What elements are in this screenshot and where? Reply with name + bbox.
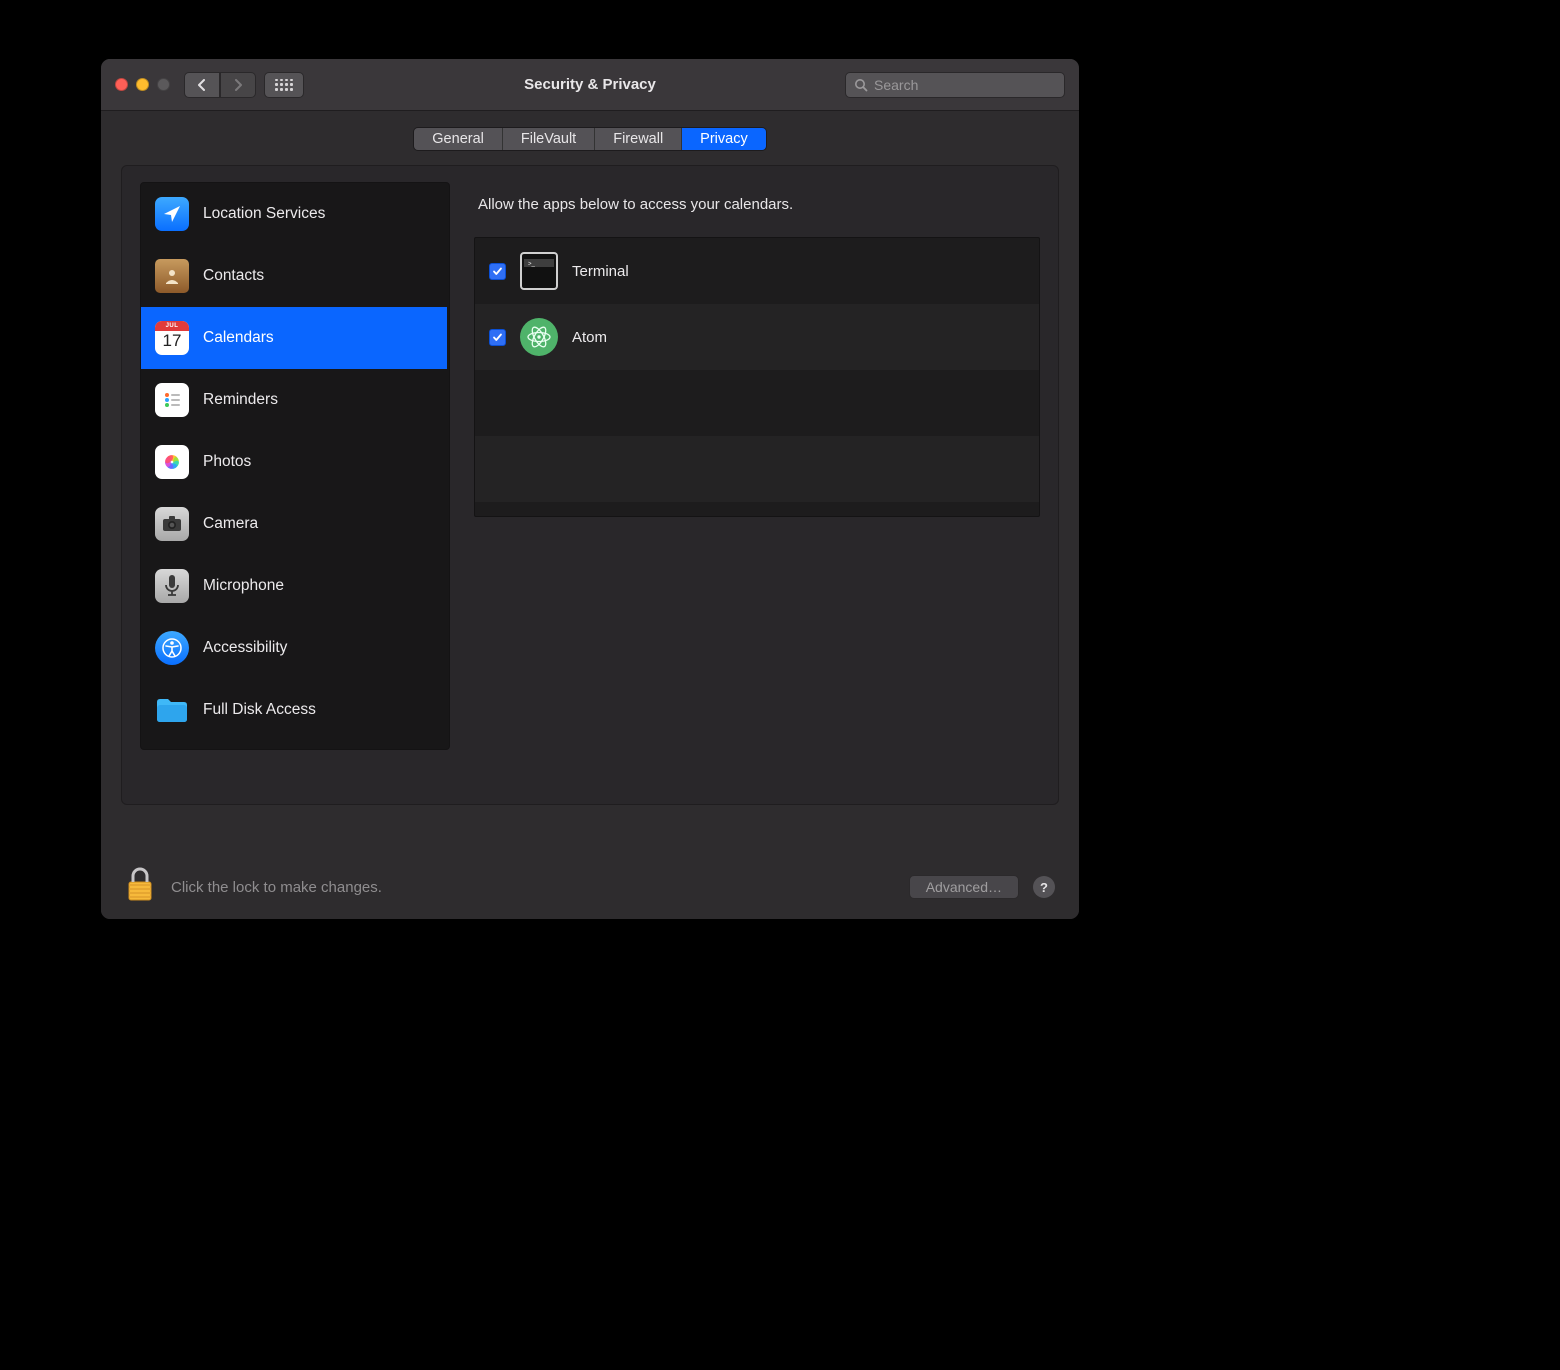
calendar-day: 17 — [155, 331, 189, 351]
sidebar-item-label: Location Services — [203, 205, 325, 223]
sidebar-item-microphone[interactable]: Microphone — [141, 555, 447, 617]
search-icon — [854, 78, 868, 92]
sidebar-item-reminders[interactable]: Reminders — [141, 369, 447, 431]
lock-text: Click the lock to make changes. — [171, 879, 382, 896]
preferences-window: Security & Privacy General FileVault Fir… — [100, 58, 1080, 920]
window-controls — [115, 78, 170, 91]
app-row-empty — [475, 370, 1039, 436]
sidebar-item-label: Reminders — [203, 391, 278, 409]
terminal-icon: >_ — [520, 252, 558, 290]
app-checkbox[interactable] — [489, 329, 506, 346]
app-checkbox[interactable] — [489, 263, 506, 280]
zoom-window-button[interactable] — [157, 78, 170, 91]
footer: Click the lock to make changes. Advanced… — [101, 855, 1079, 919]
sidebar-item-label: Photos — [203, 453, 251, 471]
help-button[interactable]: ? — [1033, 876, 1055, 898]
advanced-button[interactable]: Advanced… — [909, 875, 1019, 899]
lock-icon[interactable] — [125, 867, 155, 908]
app-row: Atom — [475, 304, 1039, 370]
photos-icon — [155, 445, 189, 479]
sidebar-item-label: Contacts — [203, 267, 264, 285]
tab-privacy[interactable]: Privacy — [682, 128, 766, 150]
app-list: >_ Terminal Atom — [474, 237, 1040, 517]
titlebar: Security & Privacy — [101, 59, 1079, 111]
close-window-button[interactable] — [115, 78, 128, 91]
sidebar-item-accessibility[interactable]: Accessibility — [141, 617, 447, 679]
app-row: >_ Terminal — [475, 238, 1039, 304]
sidebar-item-camera[interactable]: Camera — [141, 493, 447, 555]
privacy-category-scroll[interactable]: Location Services Contacts — [141, 183, 449, 749]
sidebar-item-label: Camera — [203, 515, 258, 533]
sidebar-item-label: Accessibility — [203, 639, 287, 657]
show-all-button[interactable] — [264, 72, 304, 98]
svg-text:>_: >_ — [528, 262, 536, 268]
folder-icon — [155, 693, 189, 727]
tab-filevault[interactable]: FileVault — [503, 128, 595, 150]
forward-button[interactable] — [220, 72, 256, 98]
sidebar-item-location-services[interactable]: Location Services — [141, 183, 447, 245]
tab-general[interactable]: General — [414, 128, 503, 150]
atom-icon — [520, 318, 558, 356]
tab-firewall[interactable]: Firewall — [595, 128, 682, 150]
sidebar-item-label: Calendars — [203, 329, 274, 347]
tab-bar: General FileVault Firewall Privacy — [121, 127, 1059, 151]
sidebar-item-label: Microphone — [203, 577, 284, 595]
camera-icon — [155, 507, 189, 541]
app-label: Terminal — [572, 263, 629, 280]
app-row-empty — [475, 436, 1039, 502]
sidebar-item-photos[interactable]: Photos — [141, 431, 447, 493]
back-button[interactable] — [184, 72, 220, 98]
location-icon — [155, 197, 189, 231]
contacts-icon — [155, 259, 189, 293]
sidebar-item-calendars[interactable]: JUL 17 Calendars — [141, 307, 447, 369]
privacy-category-list: Location Services Contacts — [140, 182, 450, 750]
sidebar-item-label: Full Disk Access — [203, 701, 316, 719]
content-panel: Location Services Contacts — [121, 165, 1059, 805]
calendar-icon: JUL 17 — [155, 321, 189, 355]
calendar-month: JUL — [166, 323, 179, 329]
search-field[interactable] — [845, 72, 1065, 98]
search-input[interactable] — [874, 77, 1056, 93]
permission-description: Allow the apps below to access your cale… — [474, 182, 1040, 237]
sidebar-item-contacts[interactable]: Contacts — [141, 245, 447, 307]
reminders-icon — [155, 383, 189, 417]
sidebar-item-full-disk-access[interactable]: Full Disk Access — [141, 679, 447, 741]
app-row-empty — [475, 502, 1039, 517]
app-label: Atom — [572, 329, 607, 346]
microphone-icon — [155, 569, 189, 603]
minimize-window-button[interactable] — [136, 78, 149, 91]
accessibility-icon — [155, 631, 189, 665]
